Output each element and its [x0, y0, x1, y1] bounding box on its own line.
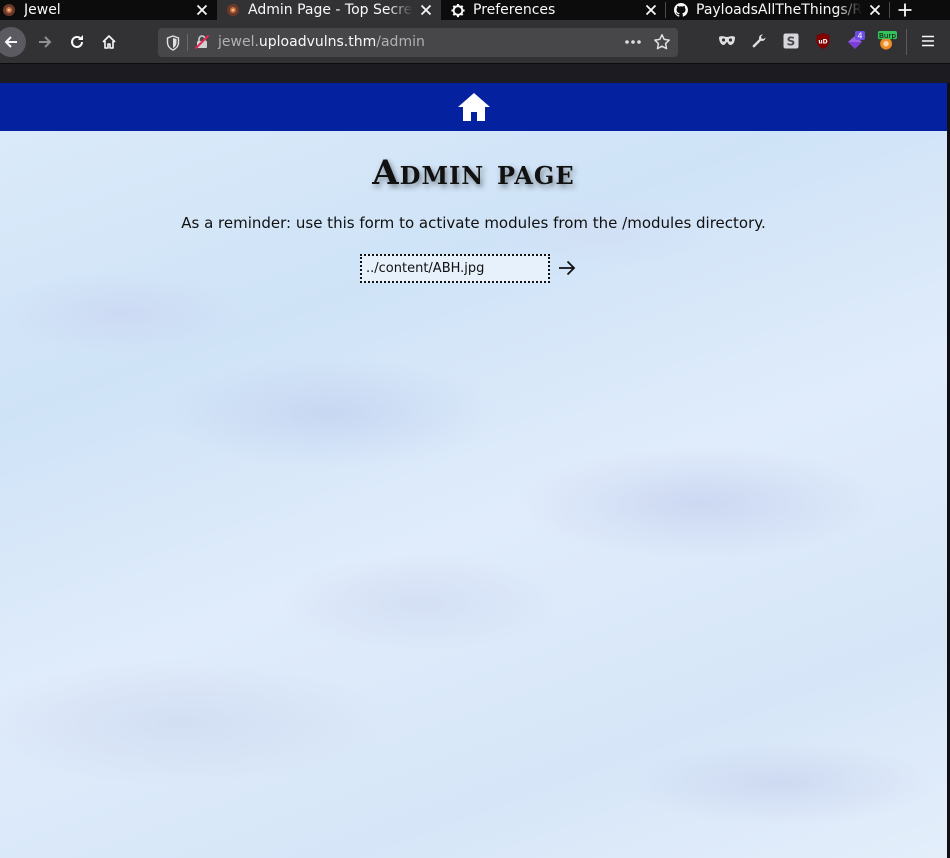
- s-extension-icon[interactable]: S: [781, 31, 801, 51]
- tab-title: Preferences: [473, 2, 556, 18]
- svg-text:Burp: Burp: [879, 31, 897, 40]
- url-host: uploadvulns.thm: [258, 34, 377, 50]
- arrow-left-icon: [4, 36, 17, 48]
- url-separator: [187, 34, 188, 51]
- home-button[interactable]: [94, 27, 124, 57]
- submit-button[interactable]: [556, 257, 578, 279]
- tab-title: Admin Page - Top Secret!: [248, 2, 413, 18]
- gear-icon: [451, 3, 465, 17]
- close-tab-icon[interactable]: [642, 1, 660, 19]
- purple-gem-icon[interactable]: 4: [845, 31, 865, 51]
- tab-preferences[interactable]: Preferences: [441, 0, 666, 20]
- site-navbar: [0, 83, 947, 131]
- arrow-right-icon: [559, 260, 576, 276]
- mask-icon[interactable]: [717, 31, 737, 51]
- svg-text:S: S: [787, 35, 796, 49]
- ublock-icon[interactable]: uD: [813, 31, 833, 51]
- svg-text:4: 4: [857, 32, 862, 41]
- burp-icon[interactable]: Burp: [877, 31, 897, 51]
- jewel-favicon-icon: [226, 3, 240, 17]
- page-title: Admin page: [372, 153, 575, 193]
- plus-icon: [898, 3, 912, 17]
- reminder-text: As a reminder: use this form to activate…: [181, 214, 766, 232]
- page-content: Admin page As a reminder: use this form …: [0, 83, 947, 858]
- url-bar[interactable]: jewel.uploadvulns.thm/admin: [158, 28, 678, 57]
- url-path: /admin: [376, 34, 425, 50]
- reload-icon: [71, 35, 83, 48]
- arrow-right-icon: [39, 36, 52, 48]
- toolbar-separator: [906, 29, 907, 55]
- new-tab-button[interactable]: [890, 0, 920, 20]
- home-icon: [102, 35, 116, 49]
- navigation-toolbar: jewel.uploadvulns.thm/admin S uD 4 Burp: [0, 20, 950, 63]
- hamburger-menu-icon[interactable]: [918, 31, 938, 51]
- close-tab-icon[interactable]: [193, 1, 211, 19]
- tab-strip: Jewel Admin Page - Top Secret! Preferenc…: [0, 0, 950, 20]
- tab-jewel[interactable]: Jewel: [0, 0, 217, 20]
- bookmark-star-icon[interactable]: [653, 33, 671, 51]
- module-form: [360, 253, 578, 283]
- tracking-protection-shield-icon[interactable]: [166, 35, 180, 51]
- home-icon[interactable]: [457, 92, 491, 122]
- close-tab-icon[interactable]: [417, 1, 435, 19]
- module-path-input[interactable]: [360, 253, 550, 283]
- toolbar-bottom-border: [0, 63, 950, 83]
- page-actions-menu-icon[interactable]: [624, 34, 642, 50]
- tab-admin-page[interactable]: Admin Page - Top Secret!: [217, 0, 441, 20]
- tab-separator: [889, 2, 890, 18]
- github-icon: [674, 3, 688, 17]
- tab-title: Jewel: [24, 2, 61, 18]
- jewel-favicon-icon: [2, 3, 16, 17]
- insecure-lock-icon[interactable]: [194, 34, 210, 50]
- tab-title: PayloadsAllTheThings/Re: [696, 2, 862, 18]
- forward-button[interactable]: [30, 27, 60, 57]
- url-prefix: jewel.: [218, 34, 259, 50]
- close-tab-icon[interactable]: [866, 1, 884, 19]
- wrench-icon[interactable]: [749, 31, 769, 51]
- svg-text:uD: uD: [818, 39, 827, 46]
- reload-button[interactable]: [62, 27, 92, 57]
- tab-payloadsallthethings[interactable]: PayloadsAllTheThings/Re: [666, 0, 890, 20]
- back-button[interactable]: [0, 27, 26, 57]
- url-text[interactable]: jewel.uploadvulns.thm/admin: [218, 33, 425, 51]
